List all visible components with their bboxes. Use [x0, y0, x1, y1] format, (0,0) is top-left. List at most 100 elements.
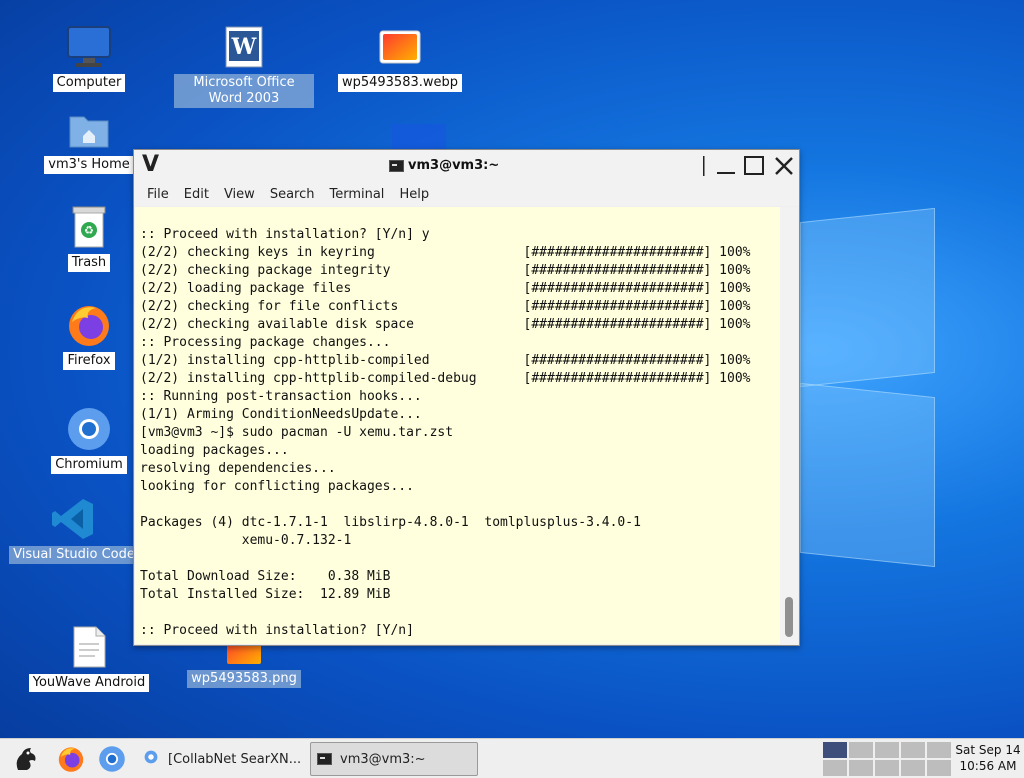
menu-file[interactable]: File [147, 187, 169, 202]
menu-edit[interactable]: Edit [184, 187, 209, 202]
svg-text:W: W [231, 34, 257, 60]
terminal-line: loading packages... [140, 443, 289, 458]
desktop-icon-youwave[interactable]: YouWave Android [28, 624, 150, 692]
word-document-icon: W [220, 24, 268, 70]
terminal-menubar: File Edit View Search Terminal Help [134, 182, 799, 206]
taskbar-task-browser[interactable]: [CollabNet SearXN... [140, 742, 305, 776]
terminal-line: Packages (4) dtc-1.7.1-1 libslirp-4.8.0-… [140, 515, 641, 530]
terminal-line: (1/1) Arming ConditionNeedsUpdate... [140, 407, 422, 422]
desktop-icon-label: vm3's Home [44, 156, 134, 174]
desktop-icon-vscode[interactable]: Visual Studio Code [9, 496, 139, 564]
menu-view[interactable]: View [224, 187, 255, 202]
workspace-cell[interactable] [848, 759, 874, 777]
terminal-line: looking for conflicting packages... [140, 479, 414, 494]
menu-help[interactable]: Help [399, 187, 429, 202]
trash-icon: ♻ [65, 204, 113, 250]
terminal-window[interactable]: V vm3@vm3:~ File Edit View Search Termin… [133, 149, 800, 646]
firefox-icon[interactable] [56, 744, 86, 774]
desktop-icon-label: YouWave Android [28, 674, 150, 692]
firefox-icon [65, 302, 113, 348]
clock-time: 10:56 AM [959, 759, 1017, 773]
terminal-line: Total Download Size: 0.38 MiB [140, 569, 391, 584]
workspace-cell[interactable] [848, 741, 874, 759]
chromium-icon[interactable] [97, 744, 127, 774]
desktop-icon-label: wp5493583.png [187, 670, 301, 688]
terminal-line: :: Proceed with installation? [Y/n] y [140, 227, 430, 242]
desktop-icon-computer[interactable]: Computer [50, 24, 128, 92]
desktop-icon-chromium[interactable]: Chromium [34, 406, 144, 474]
clock-date: Sat Sep 14 [955, 743, 1021, 757]
workspace-cell[interactable] [822, 741, 848, 759]
terminal-line: (2/2) checking package integrity [######… [140, 263, 751, 278]
terminal-line: (2/2) checking for file conflicts [#####… [140, 299, 751, 314]
desktop-icon-trash[interactable]: ♻ Trash [50, 204, 128, 272]
terminal-icon [389, 159, 404, 172]
terminal-line: (2/2) checking available disk space [###… [140, 317, 751, 332]
titlebar-separator [702, 154, 706, 178]
application-menu-icon[interactable] [10, 744, 40, 774]
taskbar-task-label: [CollabNet SearXN... [168, 751, 302, 767]
workspace-cell[interactable] [926, 759, 952, 777]
terminal-line: Total Installed Size: 12.89 MiB [140, 587, 391, 602]
taskbar-task-label: vm3@vm3:~ [340, 751, 426, 767]
desktop-icon-label: Computer [52, 74, 126, 92]
chromium-icon [65, 406, 113, 452]
terminal-line: :: Proceed with installation? [Y/n] [140, 623, 414, 638]
close-button[interactable] [772, 154, 796, 178]
desktop-icon-label: Visual Studio Code [9, 546, 139, 564]
terminal-scrollbar[interactable] [780, 207, 798, 644]
menu-terminal[interactable]: Terminal [329, 187, 384, 202]
desktop-icon-label: wp5493583.webp [337, 74, 463, 92]
desktop-icon-label: Trash [67, 254, 111, 272]
desktop-icon-home[interactable]: vm3's Home [44, 106, 134, 174]
desktop-icon-webp-file[interactable]: wp5493583.webp [337, 24, 463, 92]
scrollbar-thumb[interactable] [785, 597, 793, 637]
terminal-output[interactable]: :: Proceed with installation? [Y/n] y(2/… [135, 207, 781, 644]
desktop-icon-firefox[interactable]: Firefox [50, 302, 128, 370]
workspace-cell[interactable] [874, 741, 900, 759]
image-file-icon [376, 24, 424, 70]
window-menu-icon[interactable]: V [142, 152, 159, 177]
workspace-switcher[interactable] [822, 741, 952, 777]
taskbar-clock[interactable]: Sat Sep 14 10:56 AM [955, 742, 1021, 774]
terminal-line: resolving dependencies... [140, 461, 336, 476]
terminal-line: xemu-0.7.132-1 [140, 533, 352, 548]
terminal-line: (2/2) loading package files [###########… [140, 281, 751, 296]
taskbar: [CollabNet SearXN... vm3@vm3:~ Sat Sep 1… [0, 738, 1024, 778]
workspace-cell[interactable] [900, 741, 926, 759]
svg-text:♻: ♻ [84, 224, 94, 237]
wallpaper-logo-pane [800, 207, 935, 388]
workspace-cell[interactable] [926, 741, 952, 759]
terminal-line: :: Processing package changes... [140, 335, 391, 350]
desktop-icon-word[interactable]: W Microsoft Office Word 2003 [174, 24, 314, 108]
terminal-line: (2/2) installing cpp-httplib-compiled-de… [140, 371, 751, 386]
window-titlebar[interactable]: V vm3@vm3:~ [134, 150, 799, 182]
terminal-line: :: Running post-transaction hooks... [140, 389, 422, 404]
terminal-icon [317, 753, 332, 765]
window-title-text: vm3@vm3:~ [408, 158, 500, 173]
maximize-button[interactable] [742, 154, 766, 178]
vscode-icon [50, 496, 98, 542]
terminal-line: [vm3@vm3 ~]$ sudo pacman -U xemu.tar.zst [140, 425, 454, 440]
chromium-icon [144, 750, 162, 768]
terminal-line: (1/2) installing cpp-httplib-compiled [#… [140, 353, 751, 368]
window-title: vm3@vm3:~ [389, 158, 499, 173]
document-file-icon [65, 624, 113, 670]
home-folder-icon [65, 106, 113, 152]
wallpaper-logo-pane [800, 382, 935, 568]
computer-icon [65, 24, 113, 70]
terminal-line: (2/2) checking keys in keyring [########… [140, 245, 751, 260]
menu-search[interactable]: Search [270, 187, 315, 202]
workspace-cell[interactable] [822, 759, 848, 777]
desktop-icon-label: Firefox [63, 352, 115, 370]
wallpaper-logo-pane [392, 124, 446, 152]
workspace-cell[interactable] [874, 759, 900, 777]
taskbar-task-terminal[interactable]: vm3@vm3:~ [310, 742, 478, 776]
minimize-button[interactable] [714, 154, 738, 178]
workspace-cell[interactable] [900, 759, 926, 777]
desktop-icon-label: Microsoft Office Word 2003 [174, 74, 314, 108]
desktop-icon-label: Chromium [51, 456, 127, 474]
